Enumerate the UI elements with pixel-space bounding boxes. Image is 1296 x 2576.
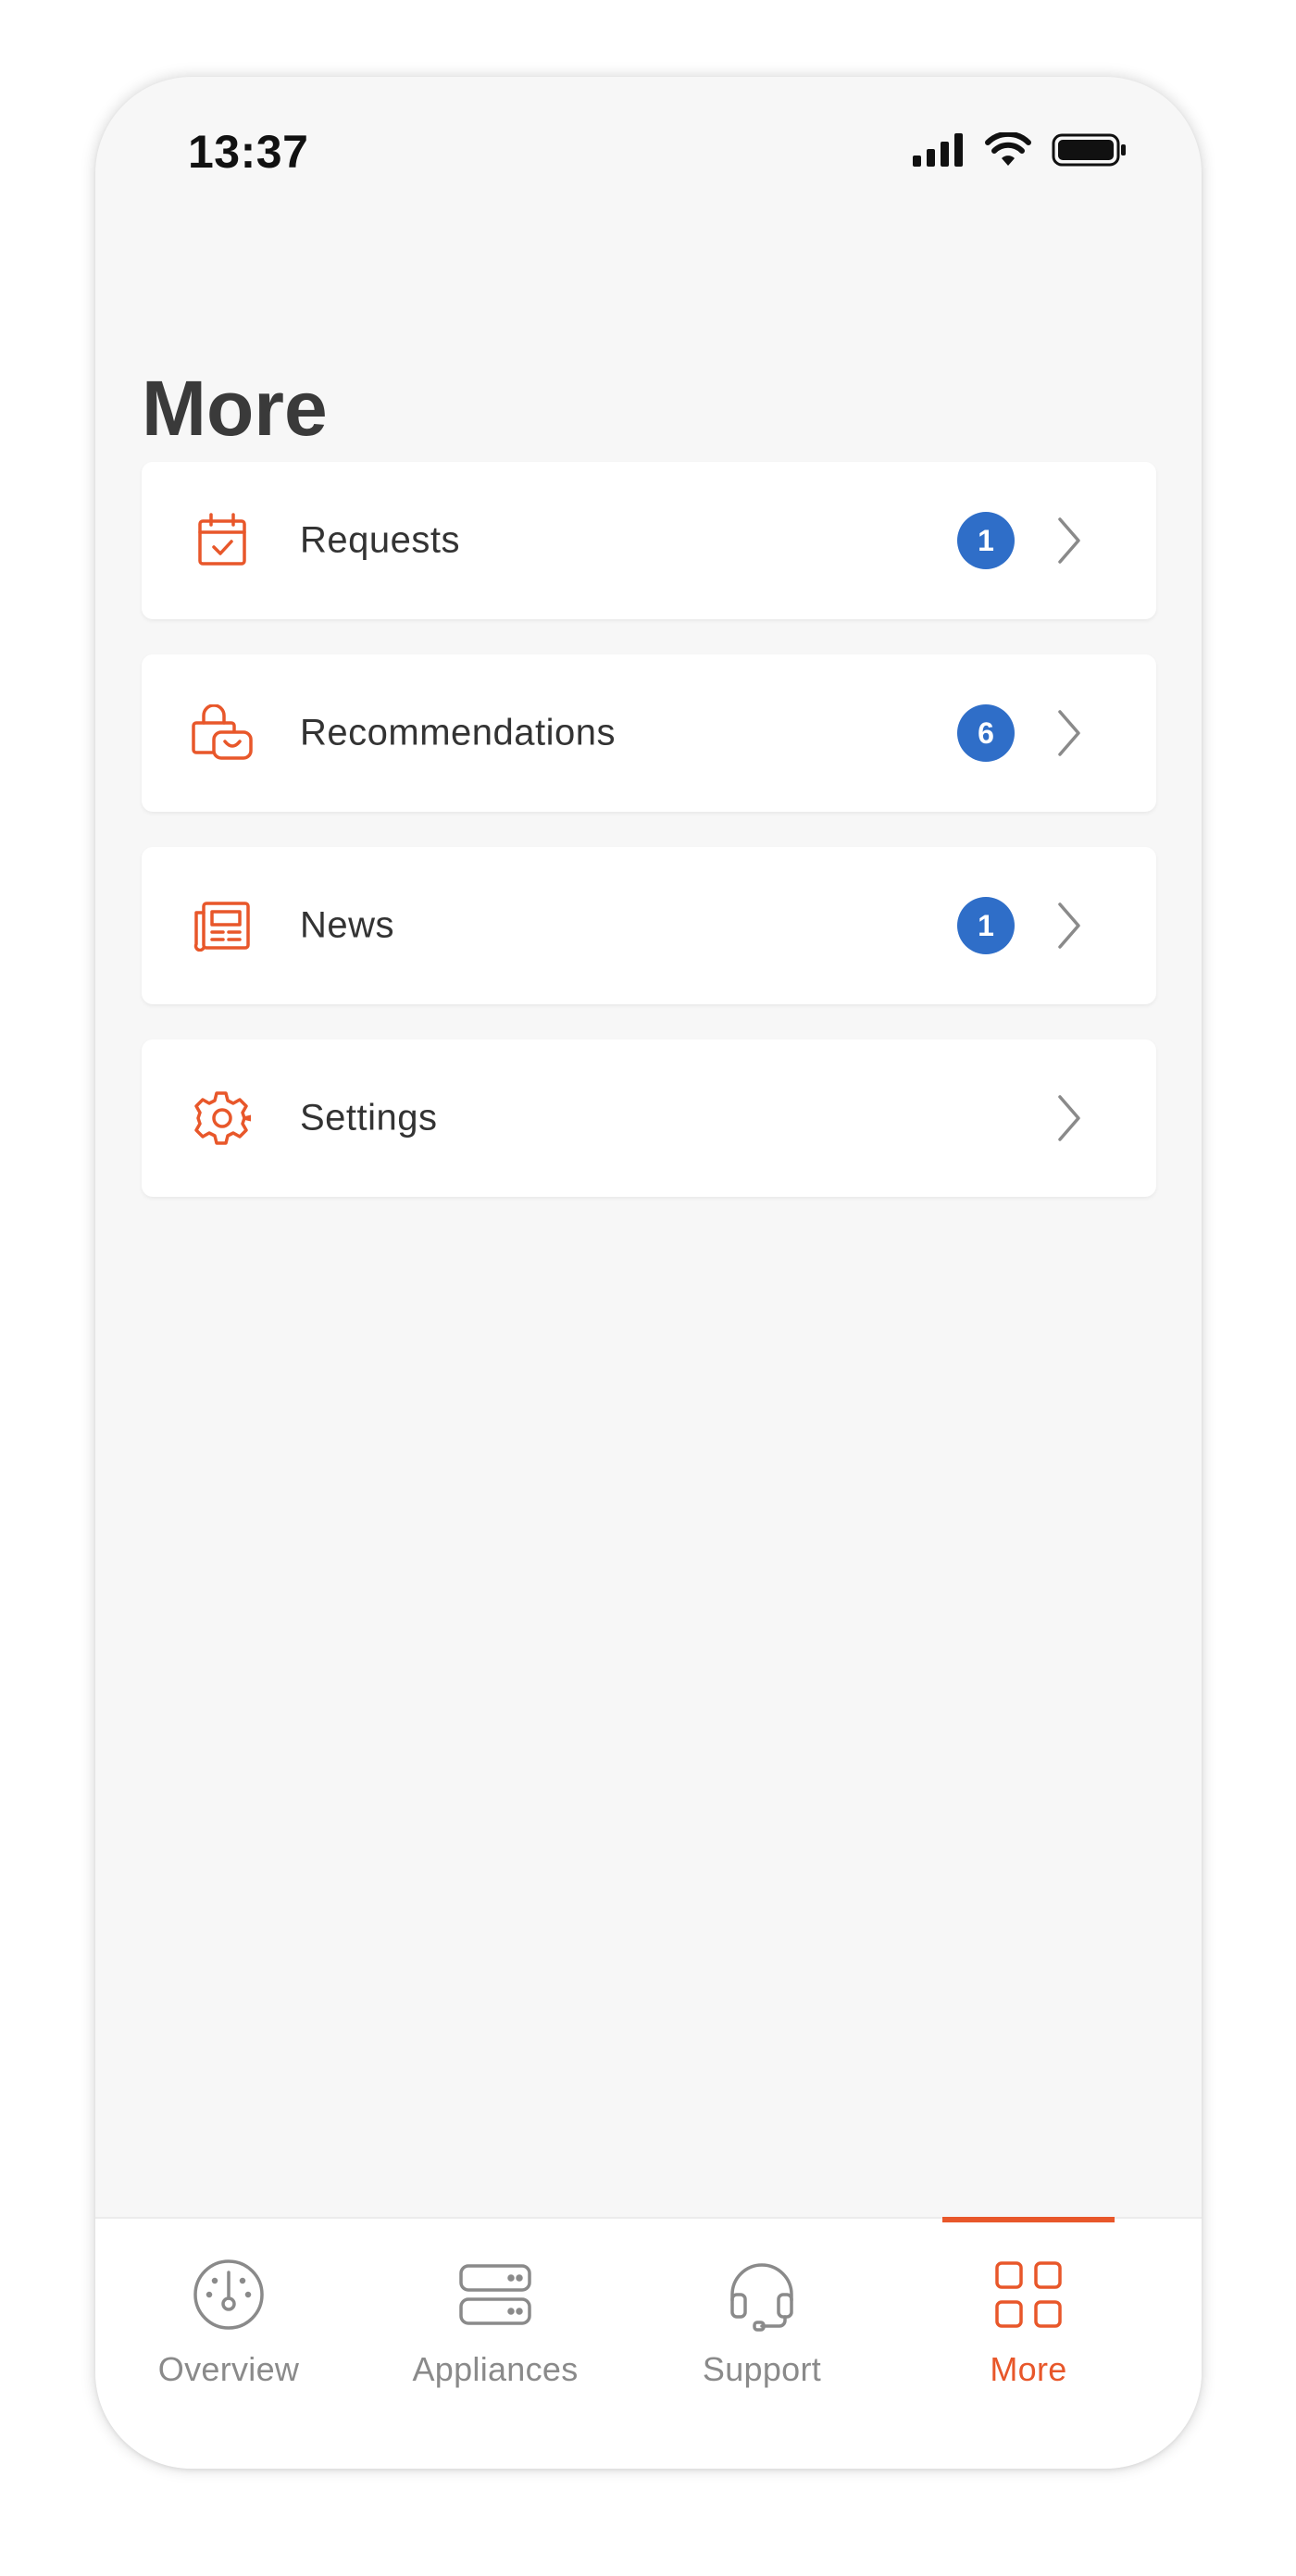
status-time: 13:37 (188, 126, 309, 178)
stage: 13:37 More Requests 1 Recommendations 6 … (0, 0, 1296, 2576)
battery-icon (1052, 133, 1126, 167)
gear-icon (190, 1086, 255, 1151)
chevron-right-icon (1058, 517, 1080, 564)
status-bar: 13:37 (95, 77, 1202, 225)
chevron-right-icon (1058, 710, 1080, 756)
tab-label: Support (702, 2350, 822, 2388)
menu-item-news[interactable]: News 1 (142, 847, 1156, 1004)
chevron-right-icon (1058, 1095, 1080, 1141)
tab-more[interactable]: More (895, 2217, 1162, 2404)
wifi-icon (985, 132, 1031, 166)
menu-item-label: Recommendations (300, 712, 616, 753)
grid-icon (990, 2256, 1067, 2333)
notification-badge: 1 (957, 897, 1015, 954)
gauge-icon (190, 2256, 268, 2333)
status-icons (913, 132, 1128, 168)
tab-appliances[interactable]: Appliances (362, 2219, 629, 2404)
tab-label: More (990, 2350, 1067, 2388)
phone-frame: 13:37 More Requests 1 Recommendations 6 … (95, 77, 1202, 2469)
tab-label: Overview (157, 2350, 300, 2388)
menu-item-label: News (300, 904, 395, 946)
signal-icon (913, 133, 963, 167)
menu-item-settings[interactable]: Settings (142, 1039, 1156, 1197)
server-icon (456, 2256, 534, 2333)
calendar-check-icon (190, 508, 255, 573)
shopping-bag-icon (190, 701, 255, 765)
active-tab-indicator (942, 2217, 1115, 2222)
menu-item-label: Requests (300, 519, 460, 561)
tab-overview[interactable]: Overview (95, 2219, 362, 2404)
tab-support[interactable]: Support (629, 2219, 895, 2404)
menu-item-requests[interactable]: Requests 1 (142, 462, 1156, 619)
bottom-tab-bar: Overview Appliances Support More (95, 2217, 1202, 2469)
tab-label: Appliances (412, 2350, 579, 2388)
page-title: More (142, 365, 328, 452)
menu-item-label: Settings (300, 1097, 438, 1139)
menu-list: Requests 1 Recommendations 6 News 1 Sett… (142, 462, 1156, 1232)
notification-badge: 1 (957, 512, 1015, 569)
chevron-right-icon (1058, 902, 1080, 949)
menu-item-recommendations[interactable]: Recommendations 6 (142, 654, 1156, 812)
newspaper-icon (190, 893, 255, 958)
headset-icon (723, 2256, 801, 2333)
notification-badge: 6 (957, 704, 1015, 762)
